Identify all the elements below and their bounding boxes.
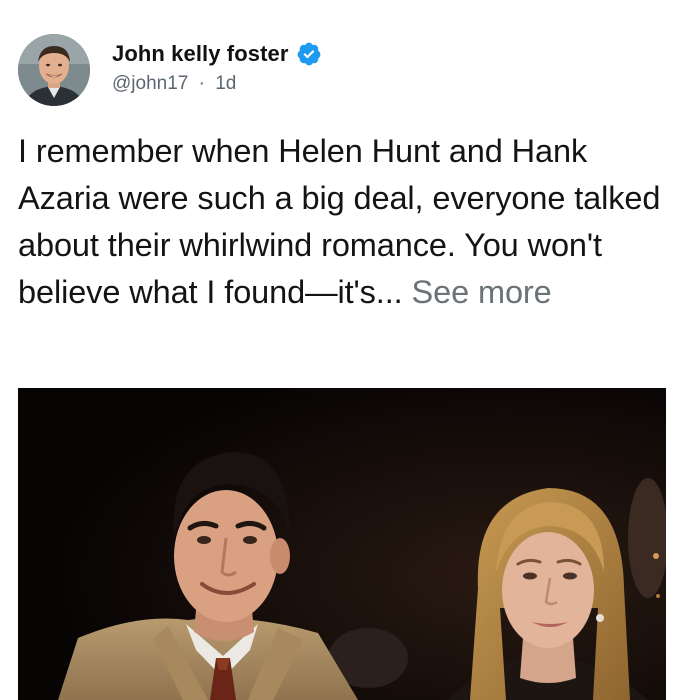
avatar-photo-icon — [18, 34, 90, 106]
author-avatar[interactable] — [18, 34, 90, 106]
post-text-content: I remember when Helen Hunt and Hank Azar… — [18, 133, 661, 310]
author-info: John kelly foster @john17 · 1d — [112, 41, 322, 95]
author-handle[interactable]: @john17 — [112, 73, 188, 94]
post-age[interactable]: 1d — [215, 73, 236, 94]
verified-badge-icon — [296, 41, 322, 67]
author-name[interactable]: John kelly foster — [112, 41, 289, 67]
post-photo[interactable] — [18, 388, 666, 700]
couple-photo-icon — [18, 388, 666, 700]
author-name-row: John kelly foster — [112, 41, 322, 67]
post-header: John kelly foster @john17 · 1d — [18, 34, 322, 106]
see-more-link[interactable]: See more — [412, 274, 552, 310]
meta-separator: · — [198, 73, 205, 94]
social-post: John kelly foster @john17 · 1d I remembe… — [0, 0, 700, 700]
post-meta: @john17 · 1d — [112, 73, 322, 95]
post-text: I remember when Helen Hunt and Hank Azar… — [18, 128, 678, 316]
